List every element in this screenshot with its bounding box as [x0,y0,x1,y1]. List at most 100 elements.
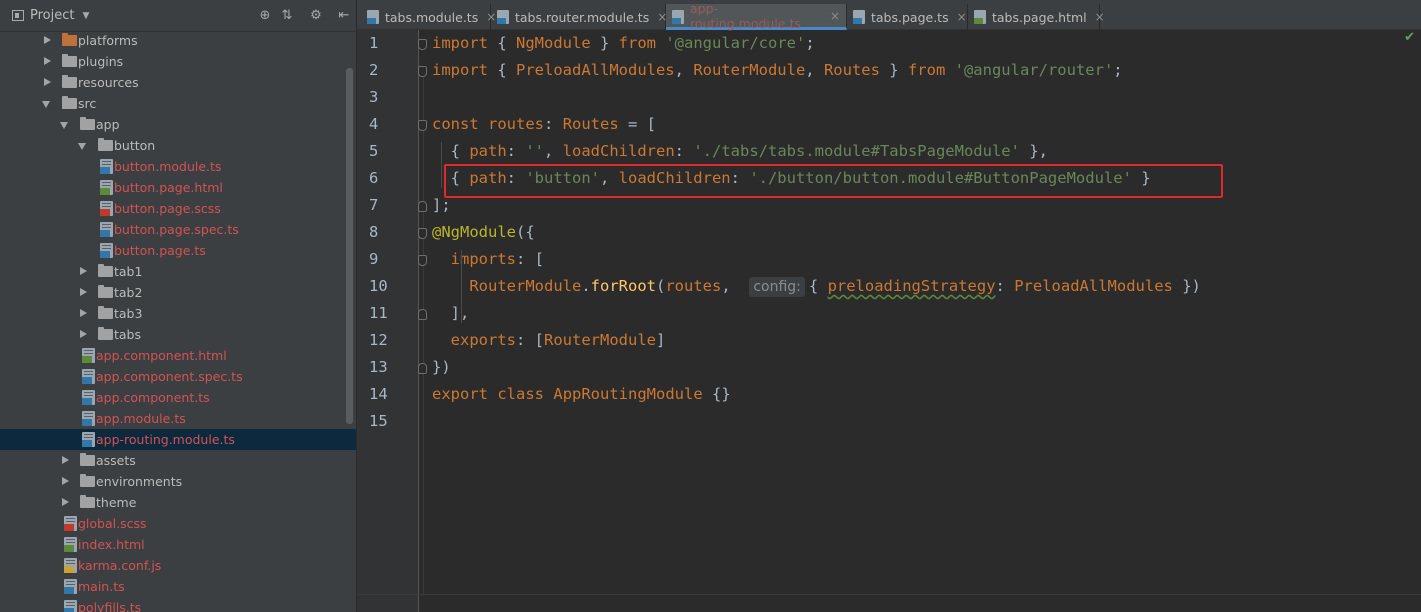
file-type-badge [100,251,110,258]
tab-app-routing-module-ts[interactable]: app-routing.module.ts × [666,1,847,31]
tree-item[interactable]: app.component.spec.ts [0,366,356,387]
chevron-right-icon[interactable] [60,450,70,471]
code-token: './tabs/tabs.module#TabsPageModule' [693,142,1020,160]
code-line[interactable]: exports: [RouterModule] [432,327,666,354]
tree-item[interactable]: button [0,135,356,156]
chevron-down-icon[interactable] [78,135,88,156]
tab-tabs-router-module-ts[interactable]: tabs.router.module.ts × [491,4,667,30]
code-line[interactable]: @NgModule({ [432,219,535,246]
tree-item[interactable]: theme [0,492,356,513]
tree-item[interactable]: karma.conf.js [0,555,356,576]
editor: tabs.module.ts × tabs.router.module.ts × app… [357,0,1421,612]
code-line[interactable]: export class AppRoutingModule {} [432,381,731,408]
close-icon[interactable]: × [1095,10,1105,24]
tree-item[interactable]: app.component.ts [0,387,356,408]
tree-item[interactable]: assets [0,450,356,471]
chevron-down-icon[interactable] [60,114,70,135]
tree-item[interactable]: main.ts [0,576,356,597]
code-token: : [995,277,1015,295]
code-token: { [808,277,828,295]
locate-file-icon[interactable]: ⊕ [256,6,274,24]
chevron-down-icon[interactable] [42,93,52,114]
tab-tabs-page-ts[interactable]: tabs.page.ts × [847,4,968,30]
code-line[interactable]: ], [432,300,470,327]
line-number: 7 [369,196,379,214]
code-token: ]; [432,196,451,214]
fold-start-icon[interactable] [418,39,427,50]
tree-item[interactable]: global.scss [0,513,356,534]
tab-tabs-page-html[interactable]: tabs.page.html × [968,4,1105,30]
tree-item[interactable]: index.html [0,534,356,555]
chevron-right-icon[interactable] [42,72,52,93]
line-number: 13 [369,358,388,376]
chevron-right-icon[interactable] [78,261,88,282]
tree-item[interactable]: button.page.scss [0,198,356,219]
tree-item[interactable]: tab3 [0,303,356,324]
chevron-down-icon[interactable]: ▼ [82,11,89,21]
tree-item[interactable]: polyfills.ts [0,597,356,612]
code-line[interactable]: imports: [ [432,246,544,273]
code-token: preloadingStrategy [827,277,996,295]
code-token: , [805,61,824,79]
tree-item[interactable]: src [0,93,356,114]
tree-item[interactable]: button.module.ts [0,156,356,177]
tree-item-label: global.scss [78,516,147,531]
file-type-badge [82,398,92,405]
tab-tabs-module-ts[interactable]: tabs.module.ts × [361,4,496,30]
tree-item-label: karma.conf.js [78,558,162,573]
code-token: {} [702,385,731,403]
chevron-right-icon[interactable] [60,492,70,513]
code-line[interactable]: import { NgModule } from '@angular/core'… [432,30,815,57]
code-token: '' [525,142,544,160]
tree-item[interactable]: environments [0,471,356,492]
fold-start-icon[interactable] [418,120,427,131]
tree-item[interactable]: app.module.ts [0,408,356,429]
gear-icon[interactable]: ⚙ [307,6,325,24]
tree-item[interactable]: app.component.html [0,345,356,366]
tree-item[interactable]: button.page.ts [0,240,356,261]
chevron-right-icon[interactable] [60,471,70,492]
close-icon[interactable]: × [957,10,967,24]
code-token: ( [655,277,666,295]
code-line[interactable]: RouterModule.forRoot(routes, config:{ pr… [432,273,1201,300]
file-type-badge [100,209,110,216]
tree-item[interactable]: app-routing.module.ts [0,429,356,450]
collapse-all-icon[interactable]: ⇅ [278,6,296,24]
fold-start-icon[interactable] [418,255,427,266]
project-scrollbar[interactable] [346,68,353,424]
code-line[interactable]: const routes: Routes = [ [432,111,656,138]
tree-item[interactable]: plugins [0,51,356,72]
ts-file-icon [100,243,113,258]
close-icon[interactable]: × [830,9,840,23]
project-title[interactable]: Project [30,8,74,23]
code-line[interactable]: { path: '', loadChildren: './tabs/tabs.m… [432,138,1048,165]
chevron-right-icon[interactable] [78,303,88,324]
code-token: }) [1172,277,1201,295]
code-token: , [544,142,563,160]
folder-icon [80,453,95,466]
code-line[interactable]: }) [432,354,451,381]
fold-end-icon[interactable] [418,363,427,374]
fold-end-icon[interactable] [418,201,427,212]
tree-item[interactable]: tab1 [0,261,356,282]
hide-panel-icon[interactable]: ⇤ [335,6,353,24]
tree-item[interactable]: button.page.spec.ts [0,219,356,240]
tree-item[interactable]: app [0,114,356,135]
tree-item[interactable]: resources [0,72,356,93]
chevron-right-icon[interactable] [42,30,52,51]
line-number: 14 [369,385,388,403]
tree-item-label: tabs [114,327,142,342]
chevron-right-icon[interactable] [78,324,88,345]
fold-start-icon[interactable] [418,228,427,239]
fold-start-icon[interactable] [418,66,427,77]
line-number: 3 [369,88,379,106]
tree-item[interactable]: tab2 [0,282,356,303]
tree-item[interactable]: platforms [0,30,356,51]
chevron-right-icon[interactable] [78,282,88,303]
chevron-right-icon[interactable] [42,51,52,72]
tree-item[interactable]: button.page.html [0,177,356,198]
code-line[interactable]: import { PreloadAllModules, RouterModule… [432,57,1123,84]
fold-end-icon[interactable] [418,309,427,320]
tree-item[interactable]: tabs [0,324,356,345]
